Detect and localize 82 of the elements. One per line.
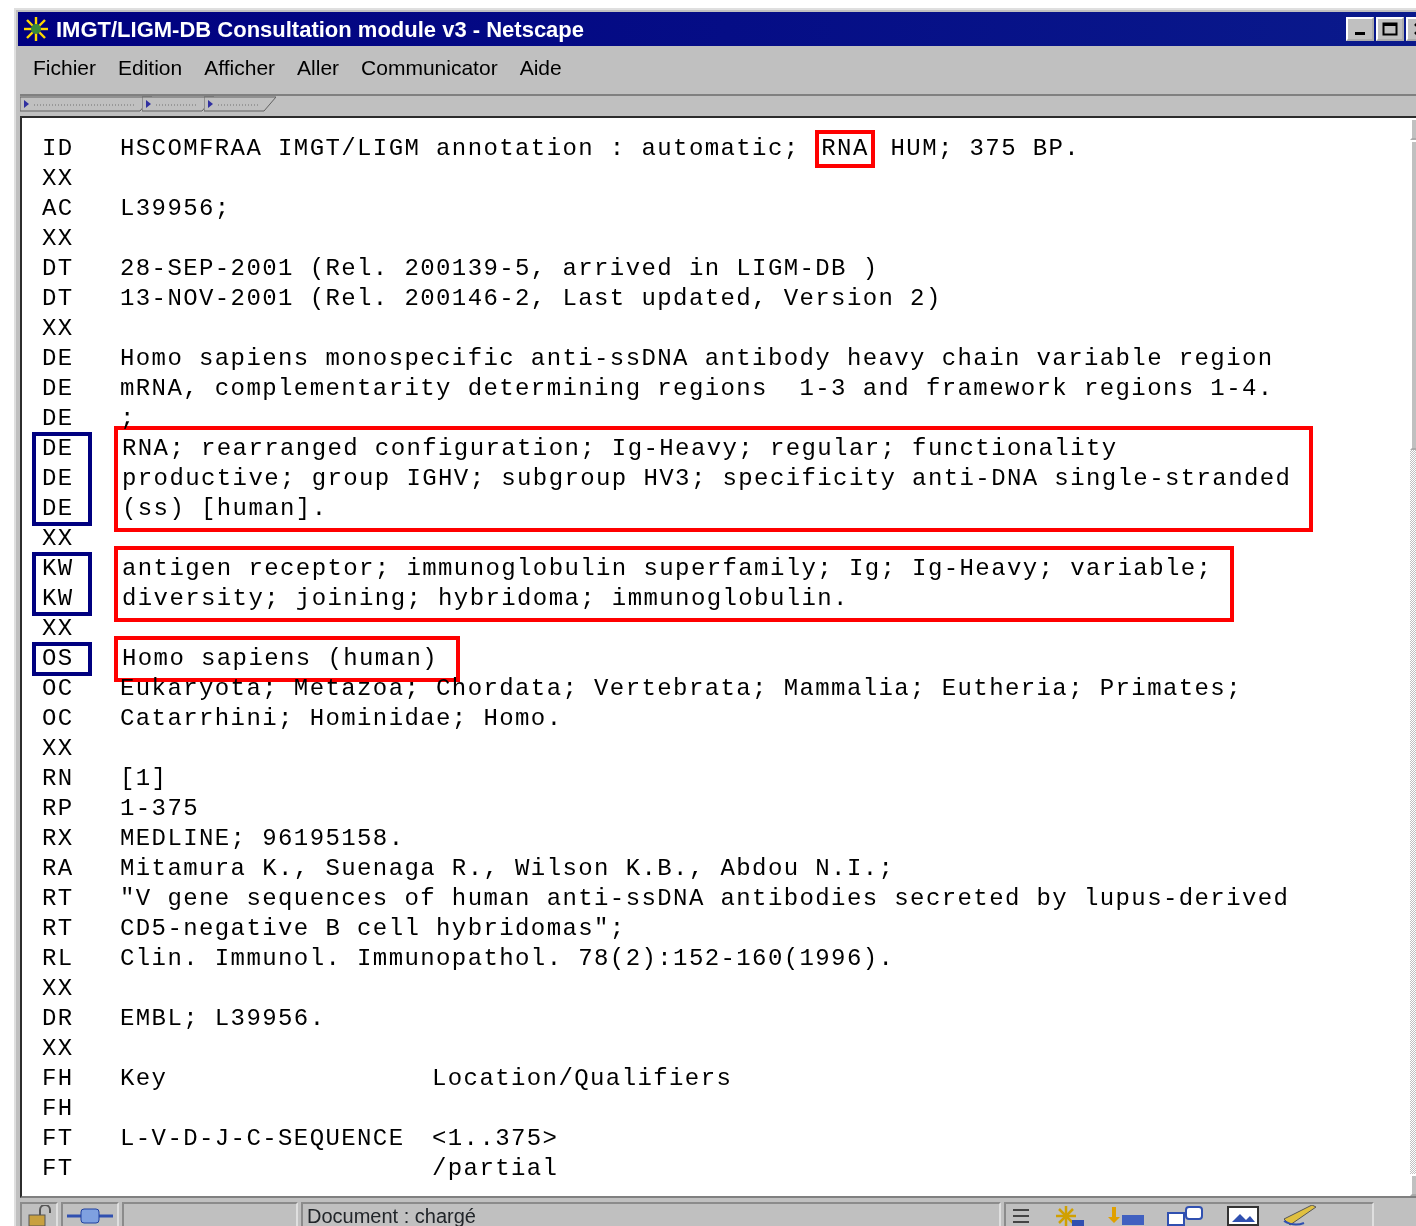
menu-item[interactable]: Aller	[286, 50, 351, 86]
line-text: 28-SEP-2001 (Rel. 200139-5, arrived in LIGM-DB )	[120, 253, 879, 284]
maximize-icon	[1382, 22, 1398, 36]
menu-item[interactable]: Afficher	[193, 50, 287, 86]
line-text: L39956;	[120, 193, 231, 224]
line-tag: KW	[42, 553, 74, 584]
menu-item[interactable]: Aide	[508, 50, 573, 86]
line-text: (ss) [human].	[122, 493, 328, 524]
qualifier-text: Location/Qualifiers	[432, 1063, 733, 1094]
line-text: HUM; 375 BP.	[889, 133, 1081, 164]
logo-icon	[22, 15, 50, 43]
line-text: RNA; rearranged configuration; Ig-Heavy; regular; functionality	[122, 433, 1118, 464]
menu-item[interactable]: Edition	[107, 50, 194, 86]
chat-icon[interactable]	[1166, 1204, 1206, 1226]
line-text: mRNA, complementarity determining regions 1-3 and framework regions 1-4.	[120, 373, 1274, 404]
minimize-icon	[1355, 31, 1365, 35]
line-tag: DE	[42, 403, 74, 434]
line-tag: XX	[42, 733, 74, 764]
line-text: Mitamura K., Suenaga R., Wilson K.B., Abdou N.I.;	[120, 853, 895, 884]
line-tag: DT	[42, 283, 74, 314]
line-text: Homo sapiens monospecific anti-ssDNA antibody heavy chain variable region	[120, 343, 1274, 374]
line-tag: OS	[42, 643, 74, 674]
line-text: 13-NOV-2001 (Rel. 200146-2, Last updated, Version 2)	[120, 283, 942, 314]
menu-item[interactable]: Communicator	[350, 50, 509, 86]
line-text: Catarrhini; Hominidae; Homo.	[120, 703, 563, 734]
line-tag: DE	[42, 463, 74, 494]
line-text: Eukaryota; Metazoa; Chordata; Vertebrata; Mammalia; Eutheria; Primates;	[120, 673, 1242, 704]
line-text: CD5-negative B cell hybridomas";	[120, 913, 626, 944]
line-tag: RN	[42, 763, 74, 794]
line-tag: XX	[42, 313, 74, 344]
line-tag: XX	[42, 163, 74, 194]
line-tag: XX	[42, 223, 74, 254]
line-tag: KW	[42, 583, 74, 614]
line-text: antigen receptor; immunoglobulin superfamily; Ig; Ig-Heavy; variable;	[122, 553, 1213, 584]
line-text: productive; group IGHV; subgroup HV3; specificity anti-DNA single-stranded	[122, 463, 1292, 494]
line-text: Key	[120, 1063, 168, 1094]
line-text: 1-375	[120, 793, 199, 824]
line-tag: RP	[42, 793, 74, 824]
line-tag: FT	[42, 1153, 74, 1184]
line-tag: OC	[42, 673, 74, 704]
line-text: ;	[120, 403, 136, 434]
collapsed-toolbar-tab[interactable]	[204, 95, 276, 112]
line-text: EMBL; L39956.	[120, 1003, 326, 1034]
qualifier-text: <1..375>	[432, 1123, 559, 1154]
line-tag: FT	[42, 1123, 74, 1154]
line-tag: ID	[42, 133, 74, 164]
line-tag: RT	[42, 913, 74, 944]
line-tag: RX	[42, 823, 74, 854]
line-tag: DE	[42, 343, 74, 374]
line-tag: DE	[42, 373, 74, 404]
line-text: "V gene sequences of human anti-ssDNA antibodies secreted by lupus-derived	[120, 883, 1290, 914]
line-text: HSCOMFRAA IMGT/LIGM annotation : automatic;	[120, 133, 801, 164]
maximize-button[interactable]	[1376, 17, 1404, 41]
line-tag: FH	[42, 1063, 74, 1094]
picture-frame-icon[interactable]	[1226, 1204, 1260, 1226]
line-text: Clin. Immunol. Immunopathol. 78(2):152-160(1996).	[120, 943, 895, 974]
line-tag: RA	[42, 853, 74, 884]
line-text: MEDLINE; 96195158.	[120, 823, 405, 854]
line-tag: DE	[42, 493, 74, 524]
line-tag: FH	[42, 1093, 74, 1124]
line-tag: XX	[42, 613, 74, 644]
status-message: Document : chargé	[301, 1201, 1001, 1226]
line-tag: OC	[42, 703, 74, 734]
line-tag: DR	[42, 1003, 74, 1034]
line-text: [1]	[120, 763, 168, 794]
line-text: L-V-D-J-C-SEQUENCE	[120, 1123, 405, 1154]
window-title: IMGT/LIGM-DB Consultation module v3 - Netscape	[56, 15, 585, 44]
qualifier-text: /partial	[432, 1153, 559, 1184]
line-tag: DE	[42, 433, 74, 464]
line-tag: XX	[42, 523, 74, 554]
line-text: Homo sapiens (human)	[122, 643, 439, 674]
line-text: diversity; joining; hybridoma; immunoglobulin.	[122, 583, 849, 614]
line-tag: XX	[42, 1033, 74, 1064]
boxed-text: RNA	[815, 129, 875, 168]
line-tag: AC	[42, 193, 74, 224]
line-tag: XX	[42, 973, 74, 1004]
minimize-button[interactable]	[1346, 17, 1374, 41]
line-tag: RL	[42, 943, 74, 974]
menu-item[interactable]: Fichier	[22, 50, 107, 86]
line-tag: DT	[42, 253, 74, 284]
download-icon[interactable]	[1106, 1204, 1146, 1226]
line-tag: RT	[42, 883, 74, 914]
